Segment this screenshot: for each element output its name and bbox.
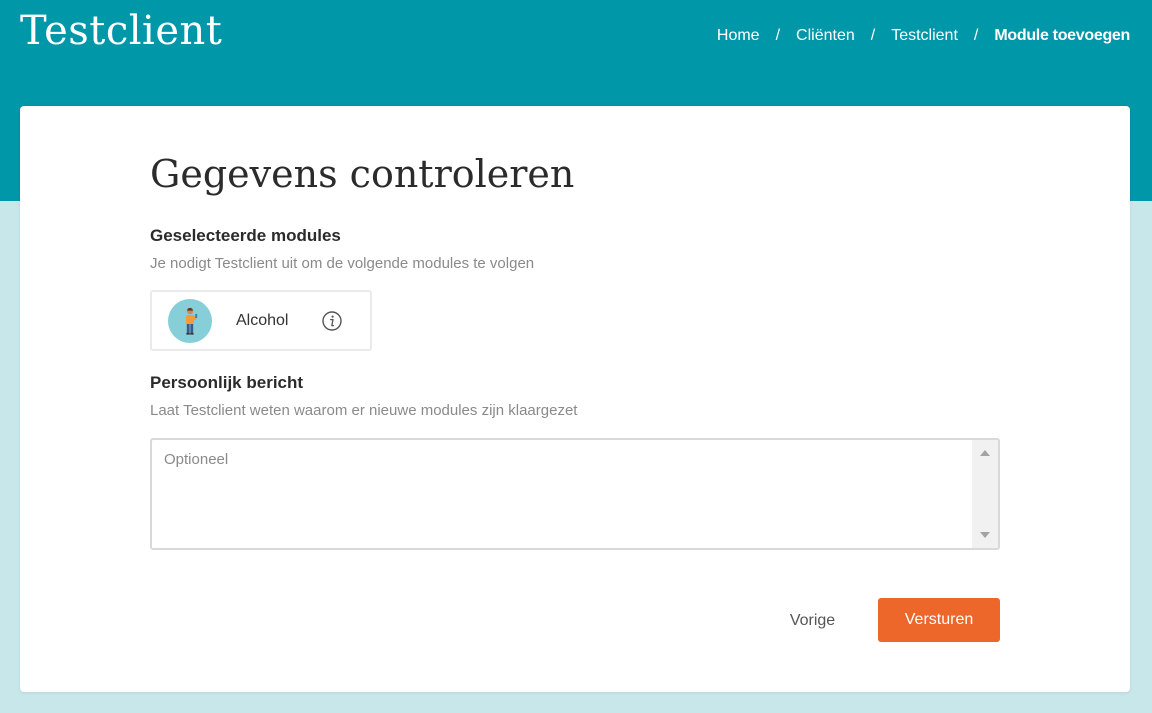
module-card-alcohol: Alcohol [150, 290, 372, 351]
personal-message-input[interactable] [152, 440, 972, 548]
personal-message-description: Laat Testclient weten waarom er nieuwe m… [150, 402, 578, 419]
personal-message-field [150, 438, 1000, 550]
submit-button[interactable]: Versturen [878, 598, 1000, 642]
selected-modules-description: Je nodigt Testclient uit om de volgende … [150, 255, 535, 272]
breadcrumb-testclient[interactable]: Testclient [891, 27, 958, 45]
breadcrumb: Home / Cliënten / Testclient / Module to… [717, 27, 1130, 45]
previous-button[interactable]: Vorige [770, 599, 855, 643]
breadcrumb-separator: / [775, 27, 781, 44]
breadcrumb-current: Module toevoegen [994, 27, 1130, 44]
info-icon[interactable] [322, 310, 343, 331]
personal-message-heading: Persoonlijk bericht [150, 373, 304, 392]
breadcrumb-home[interactable]: Home [717, 27, 760, 45]
module-name: Alcohol [236, 311, 289, 329]
person-illustration-icon [168, 298, 212, 343]
breadcrumb-clients[interactable]: Cliënten [796, 27, 855, 45]
scroll-down-arrow-icon[interactable] [980, 532, 990, 538]
page-title: Gegevens controleren [150, 152, 575, 196]
scroll-up-arrow-icon[interactable] [980, 450, 990, 456]
breadcrumb-separator: / [870, 27, 876, 44]
app-title: Testclient [20, 8, 223, 54]
textarea-scrollbar[interactable] [972, 440, 998, 548]
breadcrumb-separator: / [973, 27, 979, 44]
selected-modules-heading: Geselecteerde modules [150, 226, 341, 245]
main-card: Gegevens controleren Geselecteerde modul… [20, 106, 1130, 692]
